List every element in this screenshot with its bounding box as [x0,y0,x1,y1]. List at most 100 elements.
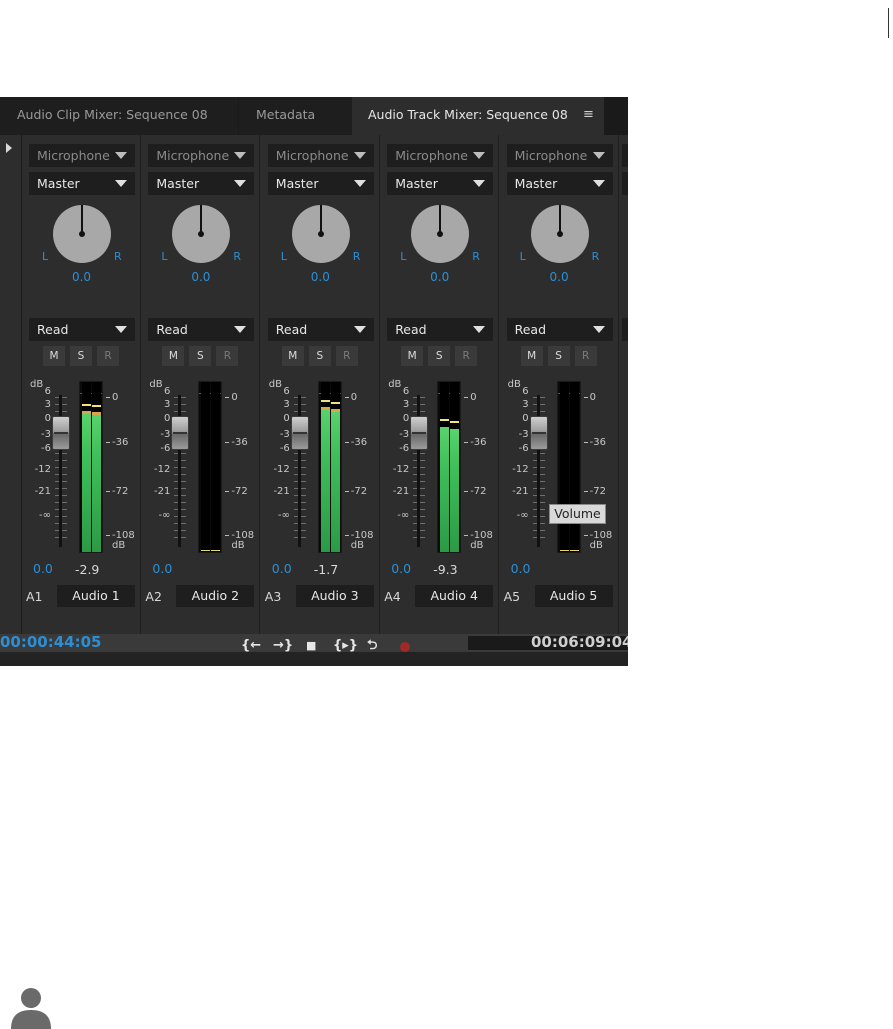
track-input-dropdown[interactable]: Microphone [506,144,613,167]
go-to-out-icon[interactable]: →} [273,638,293,654]
meter-scale-unit: dB [112,540,126,551]
volume-value[interactable]: 0.0 [152,561,172,576]
hamburger-menu-icon[interactable]: ≡ [583,108,595,122]
pan-value[interactable]: 0.0 [380,270,499,284]
meter-scale-label: -36 [231,437,248,448]
fader-scale-tick: 0 [164,413,171,424]
track-output-dropdown[interactable]: Master [387,172,494,195]
fader-scale-tick: -6 [160,443,171,454]
volume-value[interactable]: 0.0 [511,561,531,576]
automation-mode-dropdown[interactable]: Read [387,318,494,341]
track-input-dropdown[interactable]: Microphone [387,144,494,167]
track-input-dropdown[interactable]: Microphone [29,144,135,167]
volume-fader-handle[interactable] [171,416,190,450]
play-in-to-out-icon[interactable]: {▸} [333,638,358,654]
dropdown-arrow-icon [473,180,486,187]
dropdown-arrow-icon [592,152,605,159]
pan-knob[interactable] [530,205,589,263]
meter-scale-unit: dB [231,540,245,551]
track-input-dropdown[interactable]: Microphone [148,144,255,167]
pan-knob[interactable] [411,205,470,263]
track-output-dropdown[interactable]: Master [29,172,135,195]
stop-icon[interactable]: ■ [306,638,316,654]
input-label: Microphone [37,148,110,163]
track-input-dropdown[interactable]: Microphone [267,144,374,167]
record-icon[interactable] [400,642,410,652]
meter-scale-label: -36 [470,437,487,448]
solo-button[interactable]: S [189,346,212,366]
track-id: A2 [145,589,162,604]
tab-metadata[interactable]: Metadata [239,97,352,135]
record-enable-button[interactable]: R [455,346,478,366]
show-hide-effects-strip[interactable] [0,135,22,634]
automation-mode-dropdown[interactable]: Read [148,318,255,341]
fader-scale-tick: -12 [154,464,171,475]
meter-scale-label: -72 [231,486,248,497]
track-output-dropdown[interactable]: Master [506,172,613,195]
fader-scale-tick: -∞ [397,510,410,521]
automation-mode-dropdown[interactable]: Read [267,318,374,341]
volume-value[interactable]: 0.0 [33,561,53,576]
go-to-in-icon[interactable]: {← [241,638,261,654]
meter-scale-unit: dB [470,540,484,551]
volume-fader-handle[interactable] [529,416,548,450]
track-name-field[interactable]: Audio 1 [57,585,135,607]
pan-knob[interactable] [172,205,231,263]
record-enable-button[interactable]: R [97,346,119,366]
peak-value: -1.7 [313,562,339,577]
volume-tooltip: Volume [549,504,606,524]
volume-fader-handle[interactable] [410,416,429,450]
record-enable-button[interactable]: R [574,346,597,366]
input-label: Microphone [395,148,468,163]
record-enable-button[interactable]: R [335,346,358,366]
pan-value[interactable]: 0.0 [22,270,141,284]
track-name-field[interactable]: Audio 5 [534,585,613,607]
track-output-dropdown[interactable]: Master [148,172,255,195]
track-name-field[interactable]: Audio 4 [415,585,494,607]
track-output-dropdown[interactable]: Master [267,172,374,195]
volume-fader-handle[interactable] [52,416,70,450]
meter-scale-unit: dB [589,540,603,551]
dropdown-arrow-icon [234,180,247,187]
loop-icon[interactable]: ⮌ [367,638,377,654]
pan-right-label: R [233,250,242,263]
record-enable-button[interactable]: R [216,346,239,366]
mute-button[interactable]: M [162,346,185,366]
pan-value[interactable]: 0.0 [500,270,619,284]
track-name-field[interactable]: Audio 2 [176,585,255,607]
pan-knob[interactable] [53,205,111,263]
dropdown-arrow-icon [592,180,605,187]
tab-audio-track-mixer[interactable]: Audio Track Mixer: Sequence 08 [352,97,604,135]
solo-button[interactable]: S [308,346,331,366]
tab-audio-clip-mixer[interactable]: Audio Clip Mixer: Sequence 08 [0,97,238,135]
pan-value[interactable]: 0.0 [141,270,260,284]
current-timecode[interactable]: 00:00:44:05 [0,633,102,651]
audio-track-mixer-panel: Audio Clip Mixer: Sequence 08 Metadata A… [0,97,628,666]
fader-scale-tick: -6 [41,443,51,454]
pan-knob[interactable] [291,205,350,263]
mute-button[interactable]: M [43,346,65,366]
fader-scale-tick: -21 [154,486,171,497]
meter-scale-tick: 0 [464,393,477,403]
automation-mode-dropdown[interactable]: Read [29,318,135,341]
solo-button[interactable]: S [70,346,92,366]
knob-indicator [439,205,442,234]
expand-triangle-icon[interactable] [6,143,12,153]
output-label: Master [275,176,319,191]
track-name-field[interactable]: Audio 3 [295,585,374,607]
solo-button[interactable]: S [547,346,570,366]
mute-button[interactable]: M [401,346,424,366]
automation-mode-dropdown[interactable]: Read [506,318,613,341]
tab-bar: Audio Clip Mixer: Sequence 08 Metadata A… [0,97,628,135]
volume-value[interactable]: 0.0 [272,561,292,576]
mute-button[interactable]: M [281,346,304,366]
volume-value[interactable]: 0.0 [391,561,411,576]
meter-scale-tick: -72 [583,487,606,497]
mute-button[interactable]: M [520,346,543,366]
fader-scale-tick: -∞ [277,510,290,521]
meter-floor-line [569,550,579,551]
fader-scale-tick: -∞ [158,510,171,521]
volume-fader-handle[interactable] [290,416,309,450]
solo-button[interactable]: S [428,346,451,366]
pan-value[interactable]: 0.0 [261,270,380,284]
